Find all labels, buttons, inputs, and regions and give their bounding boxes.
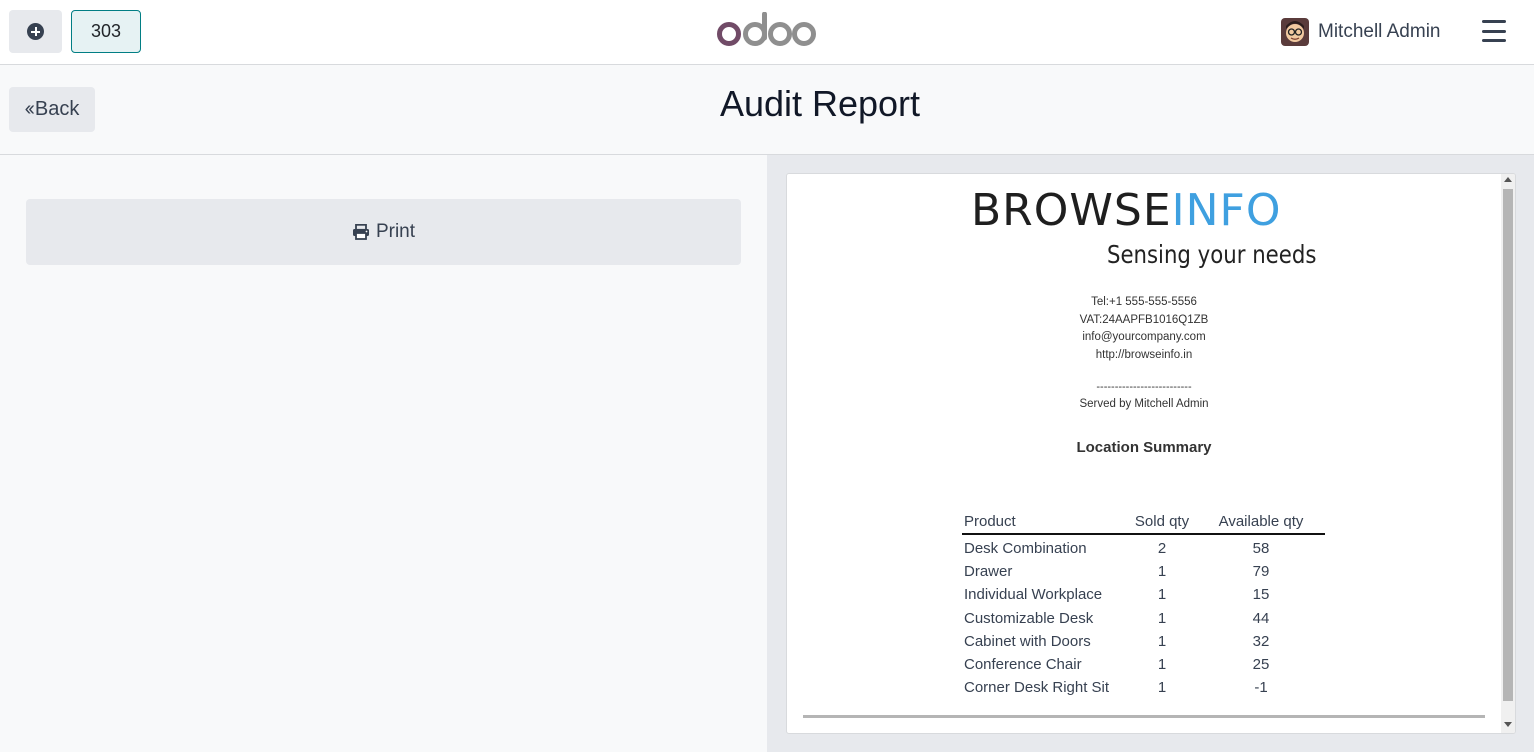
company-contact: Tel:+1 555-555-5556 VAT:24AAPFB1016Q1ZB … <box>787 294 1501 364</box>
screen-header: ‹‹ Back Audit Report <box>0 65 1534 155</box>
available-qty-cell: 79 <box>1252 563 1270 581</box>
receipt-separator: -------------------------- <box>1096 381 1192 393</box>
company-logo-text: BROWSEINFO <box>971 185 1282 236</box>
top-navbar: 303 Mitchell Admin <box>0 0 1534 65</box>
new-order-button[interactable] <box>9 10 62 53</box>
column-header-available-qty: Available qty <box>1218 513 1304 530</box>
table-row: Conference Chair 1 25 <box>962 653 1325 676</box>
sold-qty-cell: 1 <box>1157 632 1167 650</box>
user-menu[interactable]: Mitchell Admin <box>1281 16 1441 48</box>
receipt-panel: BROWSEINFO Sensing your needs Tel:+1 555… <box>767 155 1534 752</box>
product-cell: Desk Combination <box>964 540 1087 558</box>
company-email: info@yourcompany.com <box>1082 331 1206 343</box>
sold-qty-cell: 1 <box>1157 563 1167 581</box>
table-body: Desk Combination 2 58 Drawer 1 79 Indivi… <box>962 535 1325 699</box>
printer-icon <box>352 224 369 240</box>
scroll-up-arrow-icon[interactable] <box>1504 177 1512 182</box>
avatar <box>1281 18 1309 46</box>
order-number: 303 <box>90 21 122 41</box>
sold-qty-cell: 1 <box>1157 656 1167 674</box>
product-cell: Individual Workplace <box>964 586 1103 604</box>
actions-panel: Print <box>0 155 767 752</box>
table-row: Drawer 1 79 <box>962 560 1325 583</box>
company-website: http://browseinfo.in <box>1095 348 1193 361</box>
section-title: Location Summary <box>1076 439 1212 456</box>
company-vat: VAT:24AAPFB1016Q1ZB <box>1079 313 1209 326</box>
sold-qty-cell: 1 <box>1157 679 1167 697</box>
table-row: Customizable Desk 1 44 <box>962 607 1325 630</box>
table-row: Individual Workplace 1 15 <box>962 583 1325 606</box>
vertical-scrollbar[interactable] <box>1501 174 1515 733</box>
company-phone: Tel:+1 555-555-5556 <box>1091 296 1197 308</box>
available-qty-cell: -1 <box>1254 679 1268 697</box>
company-logo: BROWSEINFO Sensing your needs <box>971 188 1316 273</box>
sold-qty-cell: 1 <box>1157 586 1167 604</box>
available-qty-cell: 15 <box>1252 586 1270 604</box>
print-button[interactable]: Print <box>26 199 741 265</box>
table-row: Corner Desk Right Sit 1 -1 <box>962 676 1325 699</box>
column-header-product: Product <box>964 513 1016 530</box>
order-tab-button[interactable]: 303 <box>71 10 141 53</box>
hamburger-menu-icon[interactable] <box>1482 20 1506 42</box>
available-qty-cell: 25 <box>1252 656 1270 674</box>
horizontal-scrollbar[interactable] <box>803 715 1485 718</box>
company-tagline: Sensing your needs <box>1106 240 1316 269</box>
served-by: Served by Mitchell Admin <box>1079 398 1209 410</box>
table-header: Product Sold qty Available qty <box>962 510 1325 535</box>
product-cell: Cabinet with Doors <box>964 632 1091 650</box>
product-cell: Corner Desk Right Sit <box>964 679 1110 697</box>
available-qty-cell: 32 <box>1252 632 1270 650</box>
table-row: Desk Combination 2 58 <box>962 537 1325 560</box>
audit-receipt: BROWSEINFO Sensing your needs Tel:+1 555… <box>786 173 1516 734</box>
product-cell: Conference Chair <box>964 656 1082 674</box>
sold-qty-cell: 2 <box>1157 540 1167 558</box>
page-title: Audit Report <box>719 83 921 124</box>
available-qty-cell: 44 <box>1252 609 1270 627</box>
scrollbar-thumb[interactable] <box>1503 189 1513 701</box>
available-qty-cell: 58 <box>1252 540 1270 558</box>
odoo-logo <box>717 12 816 46</box>
product-cell: Customizable Desk <box>964 609 1094 627</box>
product-cell: Drawer <box>964 563 1013 581</box>
scroll-down-arrow-icon[interactable] <box>1504 722 1512 727</box>
location-summary-table: Product Sold qty Available qty Desk Comb… <box>962 510 1325 699</box>
column-header-sold-qty: Sold qty <box>1134 513 1190 530</box>
table-row: Cabinet with Doors 1 32 <box>962 630 1325 653</box>
print-label: Print <box>375 221 416 242</box>
plus-circle-icon <box>27 23 44 40</box>
sold-qty-cell: 1 <box>1157 609 1167 627</box>
user-name: Mitchell Admin <box>1318 21 1441 42</box>
